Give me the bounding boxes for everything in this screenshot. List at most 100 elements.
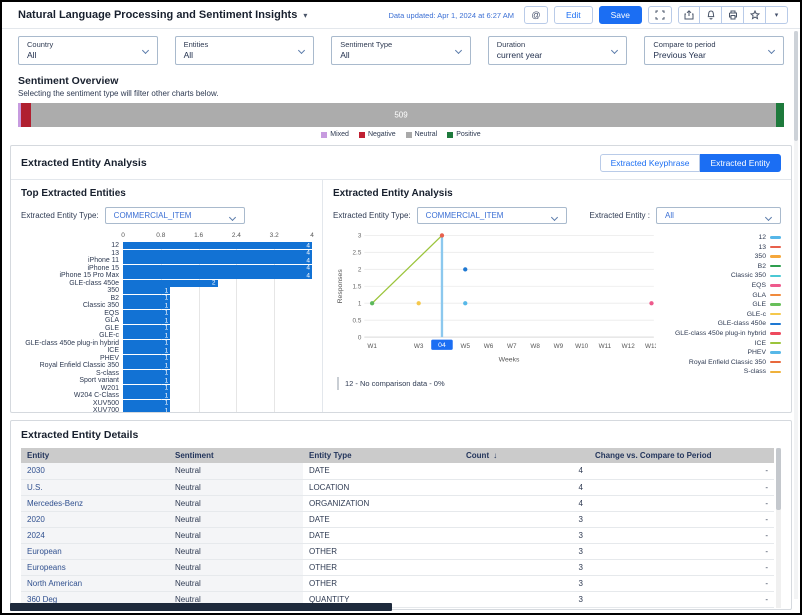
print-button[interactable] bbox=[722, 6, 744, 24]
entity-link[interactable]: Mercedes-Benz bbox=[21, 495, 169, 511]
line-legend-item[interactable]: Classic 350 bbox=[656, 272, 781, 279]
column-header-count[interactable]: Count↓ bbox=[460, 448, 589, 463]
line-legend-item[interactable]: GLE-class 450e plug-in hybrid bbox=[656, 330, 781, 337]
analysis-entity-type-select[interactable]: COMMERCIAL_ITEM bbox=[417, 207, 567, 224]
entity-link[interactable]: 2020 bbox=[21, 511, 169, 527]
bar[interactable]: 1 bbox=[123, 317, 170, 324]
bar-row[interactable]: 1 bbox=[123, 385, 312, 393]
bar-row[interactable]: 1 bbox=[123, 355, 312, 363]
filter-entities[interactable]: EntitiesAll bbox=[175, 36, 315, 65]
bar-row[interactable]: 4 bbox=[123, 257, 312, 265]
entity-link[interactable]: North American bbox=[21, 575, 169, 591]
bar-row[interactable]: 4 bbox=[123, 250, 312, 258]
bar[interactable]: 1 bbox=[123, 362, 170, 369]
bar-row[interactable]: 4 bbox=[123, 272, 312, 280]
horizontal-scrollbar-thumb[interactable] bbox=[10, 603, 392, 611]
table-scrollbar-thumb[interactable] bbox=[776, 448, 781, 510]
bar[interactable]: 1 bbox=[123, 377, 170, 384]
bar[interactable]: 1 bbox=[123, 287, 170, 294]
line-legend-item[interactable]: GLA bbox=[656, 292, 781, 299]
entity-type-select[interactable]: COMMERCIAL_ITEM bbox=[105, 207, 245, 224]
line-legend-item[interactable]: Royal Enfield Classic 350 bbox=[656, 359, 781, 366]
bar[interactable]: 1 bbox=[123, 340, 170, 347]
line-legend-item[interactable]: GLE bbox=[656, 301, 781, 308]
bar[interactable]: 1 bbox=[123, 355, 170, 362]
page-scrollbar[interactable] bbox=[794, 31, 798, 599]
bar[interactable]: 4 bbox=[123, 257, 312, 264]
sentiment-segment-negative[interactable] bbox=[21, 103, 31, 127]
legend-item-positive[interactable]: Positive bbox=[447, 131, 481, 138]
bar-row[interactable]: 1 bbox=[123, 302, 312, 310]
line-legend-item[interactable]: 13 bbox=[656, 244, 781, 251]
tab-extracted-keyphrase[interactable]: Extracted Keyphrase bbox=[600, 154, 701, 172]
save-button[interactable]: Save bbox=[599, 6, 642, 24]
sentiment-bar[interactable]: 509 bbox=[18, 103, 784, 127]
column-header-entity[interactable]: Entity bbox=[21, 448, 169, 463]
bar[interactable]: 2 bbox=[123, 280, 218, 287]
bar[interactable]: 1 bbox=[123, 325, 170, 332]
notifications-button[interactable] bbox=[700, 6, 722, 24]
bar[interactable]: 1 bbox=[123, 332, 170, 339]
entity-link[interactable]: 2030 bbox=[21, 463, 169, 479]
bar[interactable]: 4 bbox=[123, 242, 312, 249]
bar[interactable]: 1 bbox=[123, 385, 170, 392]
assistant-button[interactable]: @ bbox=[524, 6, 548, 24]
line-legend-item[interactable]: GLE-class 450e bbox=[656, 320, 781, 327]
bar-row[interactable]: 1 bbox=[123, 332, 312, 340]
bar[interactable]: 1 bbox=[123, 347, 170, 354]
line-legend-item[interactable]: PHEV bbox=[656, 349, 781, 356]
bar-row[interactable]: 1 bbox=[123, 310, 312, 318]
export-button[interactable] bbox=[678, 6, 700, 24]
column-header-change-vs-compare-to-period[interactable]: Change vs. Compare to Period bbox=[589, 448, 774, 463]
column-header-sentiment[interactable]: Sentiment bbox=[169, 448, 303, 463]
bar-row[interactable]: 1 bbox=[123, 400, 312, 408]
legend-item-neutral[interactable]: Neutral bbox=[406, 131, 438, 138]
bar-row[interactable]: 1 bbox=[123, 347, 312, 355]
bar-row[interactable]: 2 bbox=[123, 280, 312, 288]
bar-row[interactable]: 4 bbox=[123, 265, 312, 273]
tab-extracted-entity[interactable]: Extracted Entity bbox=[700, 154, 781, 172]
legend-item-negative[interactable]: Negative bbox=[359, 131, 396, 138]
bar-row[interactable]: 1 bbox=[123, 407, 312, 413]
bar-row[interactable]: 4 bbox=[123, 242, 312, 250]
line-legend-item[interactable]: GLE-c bbox=[656, 311, 781, 318]
filter-compare-to-period[interactable]: Compare to periodPrevious Year bbox=[644, 36, 784, 65]
filter-sentiment-type[interactable]: Sentiment TypeAll bbox=[331, 36, 471, 65]
entity-link[interactable]: European bbox=[21, 543, 169, 559]
extracted-entity-select[interactable]: All bbox=[656, 207, 781, 224]
legend-item-mixed[interactable]: Mixed bbox=[321, 131, 349, 138]
bar[interactable]: 1 bbox=[123, 310, 170, 317]
bar[interactable]: 1 bbox=[123, 392, 170, 399]
line-legend-item[interactable]: ICE bbox=[656, 340, 781, 347]
more-actions-button[interactable]: ▾ bbox=[766, 6, 788, 24]
bar-row[interactable]: 1 bbox=[123, 370, 312, 378]
bar-row[interactable]: 1 bbox=[123, 287, 312, 295]
bar-row[interactable]: 1 bbox=[123, 325, 312, 333]
line-legend-item[interactable]: B2 bbox=[656, 263, 781, 270]
bar-row[interactable]: 1 bbox=[123, 377, 312, 385]
filter-country[interactable]: CountryAll bbox=[18, 36, 158, 65]
edit-button[interactable]: Edit bbox=[554, 6, 593, 24]
line-legend-item[interactable]: EQS bbox=[656, 282, 781, 289]
title-caret-icon[interactable]: ▾ bbox=[303, 11, 307, 20]
bar[interactable]: 4 bbox=[123, 265, 312, 272]
sentiment-segment-positive[interactable] bbox=[776, 103, 784, 127]
bar[interactable]: 1 bbox=[123, 407, 170, 413]
line-legend-item[interactable]: S-class bbox=[656, 368, 781, 375]
column-header-entity-type[interactable]: Entity Type bbox=[303, 448, 460, 463]
bar[interactable]: 1 bbox=[123, 400, 170, 407]
bar[interactable]: 1 bbox=[123, 302, 170, 309]
table-scrollbar[interactable] bbox=[776, 448, 781, 608]
entity-link[interactable]: Europeans bbox=[21, 559, 169, 575]
fullscreen-button[interactable] bbox=[648, 6, 672, 24]
entity-link[interactable]: 2024 bbox=[21, 527, 169, 543]
bar-row[interactable]: 1 bbox=[123, 295, 312, 303]
line-legend-item[interactable]: 350 bbox=[656, 253, 781, 260]
line-chart-svg[interactable]: 00.511.522.53W1W3W5W6W7W8W9W10W11W12W130… bbox=[333, 226, 656, 374]
filter-duration[interactable]: Durationcurrent year bbox=[488, 36, 628, 65]
bar[interactable]: 1 bbox=[123, 370, 170, 377]
bar[interactable]: 4 bbox=[123, 250, 312, 257]
bar-row[interactable]: 1 bbox=[123, 340, 312, 348]
bar[interactable]: 1 bbox=[123, 295, 170, 302]
bar-row[interactable]: 1 bbox=[123, 362, 312, 370]
